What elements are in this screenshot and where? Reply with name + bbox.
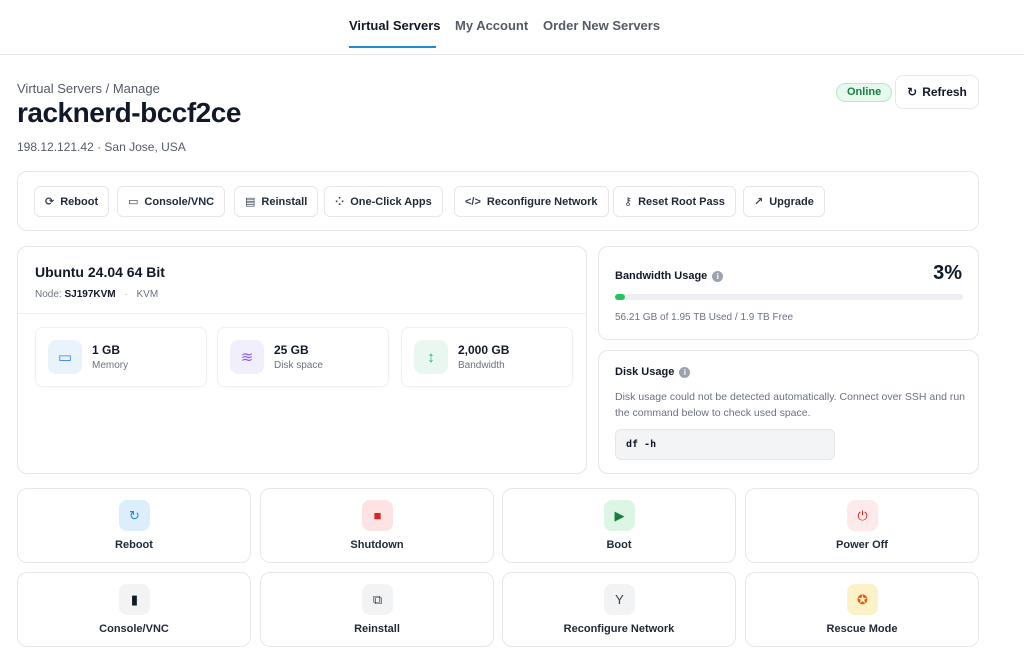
bandwidth-progress-fill — [615, 294, 626, 300]
monitor-icon: ▭ — [128, 196, 139, 208]
memory-icon: ▭ — [48, 340, 82, 374]
toolbar-reboot-button[interactable]: ⟳ Reboot — [34, 186, 110, 217]
reboot-icon: ↻ — [119, 500, 150, 531]
action-reinstall[interactable]: ⧉ Reinstall — [260, 572, 494, 647]
action-label: Boot — [606, 539, 632, 551]
action-console-vnc[interactable]: ▮ Console/VNC — [17, 572, 251, 647]
action-shutdown[interactable]: ■ Shutdown — [260, 488, 494, 563]
toolbar-console-button[interactable]: ▭ Console/VNC — [117, 186, 226, 217]
action-label: Reconfigure Network — [563, 623, 675, 635]
spec-memory: ▭ 1 GB Memory — [35, 327, 207, 387]
toolbar-reinstall-button[interactable]: ▤ Reinstall — [234, 186, 319, 217]
os-name: Ubuntu 24.04 64 Bit — [35, 264, 165, 280]
action-label: Power Off — [836, 539, 888, 551]
toolbar-button-label: One-Click Apps — [350, 195, 432, 208]
toolbar-upgrade-button[interactable]: ↗ Upgrade — [743, 186, 825, 217]
active-tab-indicator — [349, 46, 436, 48]
copy-icon: ⧉ — [362, 584, 393, 615]
top-nav: Virtual Servers My Account Order New Ser… — [0, 0, 1024, 55]
virtualization-type: KVM — [136, 289, 159, 300]
key-icon: ⚷ — [624, 196, 633, 208]
bandwidth-progress-bar — [615, 294, 963, 300]
disk-title: Disk Usage i — [615, 366, 691, 378]
trend-up-icon: ↗ — [754, 196, 764, 208]
bandwidth-usage-card: Bandwidth Usage i 3% 56.21 GB of 1.95 TB … — [598, 246, 979, 340]
node-info: Node: SJ197KVM · KVM — [35, 289, 159, 300]
spec-value: 1 GB — [92, 343, 121, 357]
disk-usage-card: Disk Usage i Disk usage could not be dete… — [598, 350, 979, 474]
code-icon: </> — [465, 195, 481, 208]
breadcrumb: Virtual Servers / Manage — [17, 81, 160, 96]
toolbar-reconfigure-network-button[interactable]: </> Reconfigure Network — [454, 186, 609, 217]
action-label: Reinstall — [354, 623, 400, 635]
tab-order-new-servers[interactable]: Order New Servers — [543, 18, 660, 33]
node-label: Node: — [35, 289, 62, 300]
bandwidth-title: Bandwidth Usage i — [615, 270, 724, 282]
toolbar-button-label: Reinstall — [261, 195, 308, 208]
server-info-card: Ubuntu 24.04 64 Bit Node: SJ197KVM · KVM… — [17, 246, 587, 474]
disk-title-text: Disk Usage — [615, 366, 675, 378]
network-icon: Y — [604, 584, 635, 615]
server-location: 198.12.121.42 · San Jose, USA — [17, 140, 186, 154]
status-badge: Online — [836, 83, 893, 102]
spec-value: 25 GB — [274, 343, 309, 357]
action-boot[interactable]: ▶ Boot — [502, 488, 736, 563]
action-label: Console/VNC — [99, 623, 169, 635]
phone-icon: ▮ — [119, 584, 150, 615]
lifebuoy-icon: ✪ — [847, 584, 878, 615]
bandwidth-title-text: Bandwidth Usage — [615, 270, 708, 282]
action-label: Reboot — [115, 539, 153, 551]
action-toolbar: ⟳ Reboot ▭ Console/VNC ▤ Reinstall ⁘ One… — [17, 171, 979, 231]
info-icon[interactable]: i — [679, 366, 691, 378]
action-rescue-mode[interactable]: ✪ Rescue Mode — [745, 572, 979, 647]
toolbar-button-label: Reboot — [60, 195, 99, 208]
refresh-button[interactable]: ↻ Refresh — [895, 75, 979, 109]
toolbar-button-label: Reconfigure Network — [486, 195, 598, 208]
page-title: racknerd-bccf2ce — [17, 97, 241, 128]
spec-value: 2,000 GB — [458, 343, 510, 357]
toolbar-reset-root-pass-button[interactable]: ⚷ Reset Root Pass — [613, 186, 736, 217]
spec-bandwidth: ↕ 2,000 GB Bandwidth — [401, 327, 573, 387]
refresh-icon: ↻ — [907, 85, 918, 99]
spec-label: Bandwidth — [458, 360, 505, 371]
node-value: SJ197KVM — [64, 289, 116, 300]
disk-description: Disk usage could not be detected automat… — [615, 391, 966, 419]
toolbar-button-label: Reset Root Pass — [638, 195, 725, 208]
stop-icon: ■ — [362, 500, 393, 531]
info-icon[interactable]: i — [712, 270, 724, 282]
apps-grid-icon: ⁘ — [335, 196, 345, 208]
bandwidth-percent: 3% — [933, 262, 962, 284]
reboot-icon: ⟳ — [45, 196, 55, 208]
transfer-icon: ↕ — [414, 340, 448, 374]
refresh-label: Refresh — [922, 85, 967, 99]
action-reboot[interactable]: ↻ Reboot — [17, 488, 251, 563]
spec-label: Disk space — [274, 360, 323, 371]
bandwidth-note: 56.21 GB of 1.95 TB Used / 1.9 TB Free — [615, 312, 794, 323]
reinstall-icon: ▤ — [245, 196, 256, 208]
play-icon: ▶ — [604, 500, 635, 531]
action-reconfigure-network[interactable]: Y Reconfigure Network — [502, 572, 736, 647]
toolbar-one-click-apps-button[interactable]: ⁘ One-Click Apps — [324, 186, 443, 217]
tab-my-account[interactable]: My Account — [455, 18, 528, 33]
disk-command[interactable]: df -h — [615, 429, 835, 460]
spec-label: Memory — [92, 360, 129, 371]
database-icon: ≋ — [230, 340, 264, 374]
divider — [18, 313, 586, 314]
action-label: Shutdown — [350, 539, 404, 551]
action-power-off[interactable]: ⏻ Power Off — [745, 488, 979, 563]
tab-virtual-servers[interactable]: Virtual Servers — [349, 18, 441, 33]
action-label: Rescue Mode — [826, 623, 898, 635]
toolbar-button-label: Upgrade — [769, 195, 814, 208]
power-icon: ⏻ — [847, 500, 878, 531]
spec-disk: ≋ 25 GB Disk space — [217, 327, 389, 387]
toolbar-button-label: Console/VNC — [144, 195, 215, 208]
